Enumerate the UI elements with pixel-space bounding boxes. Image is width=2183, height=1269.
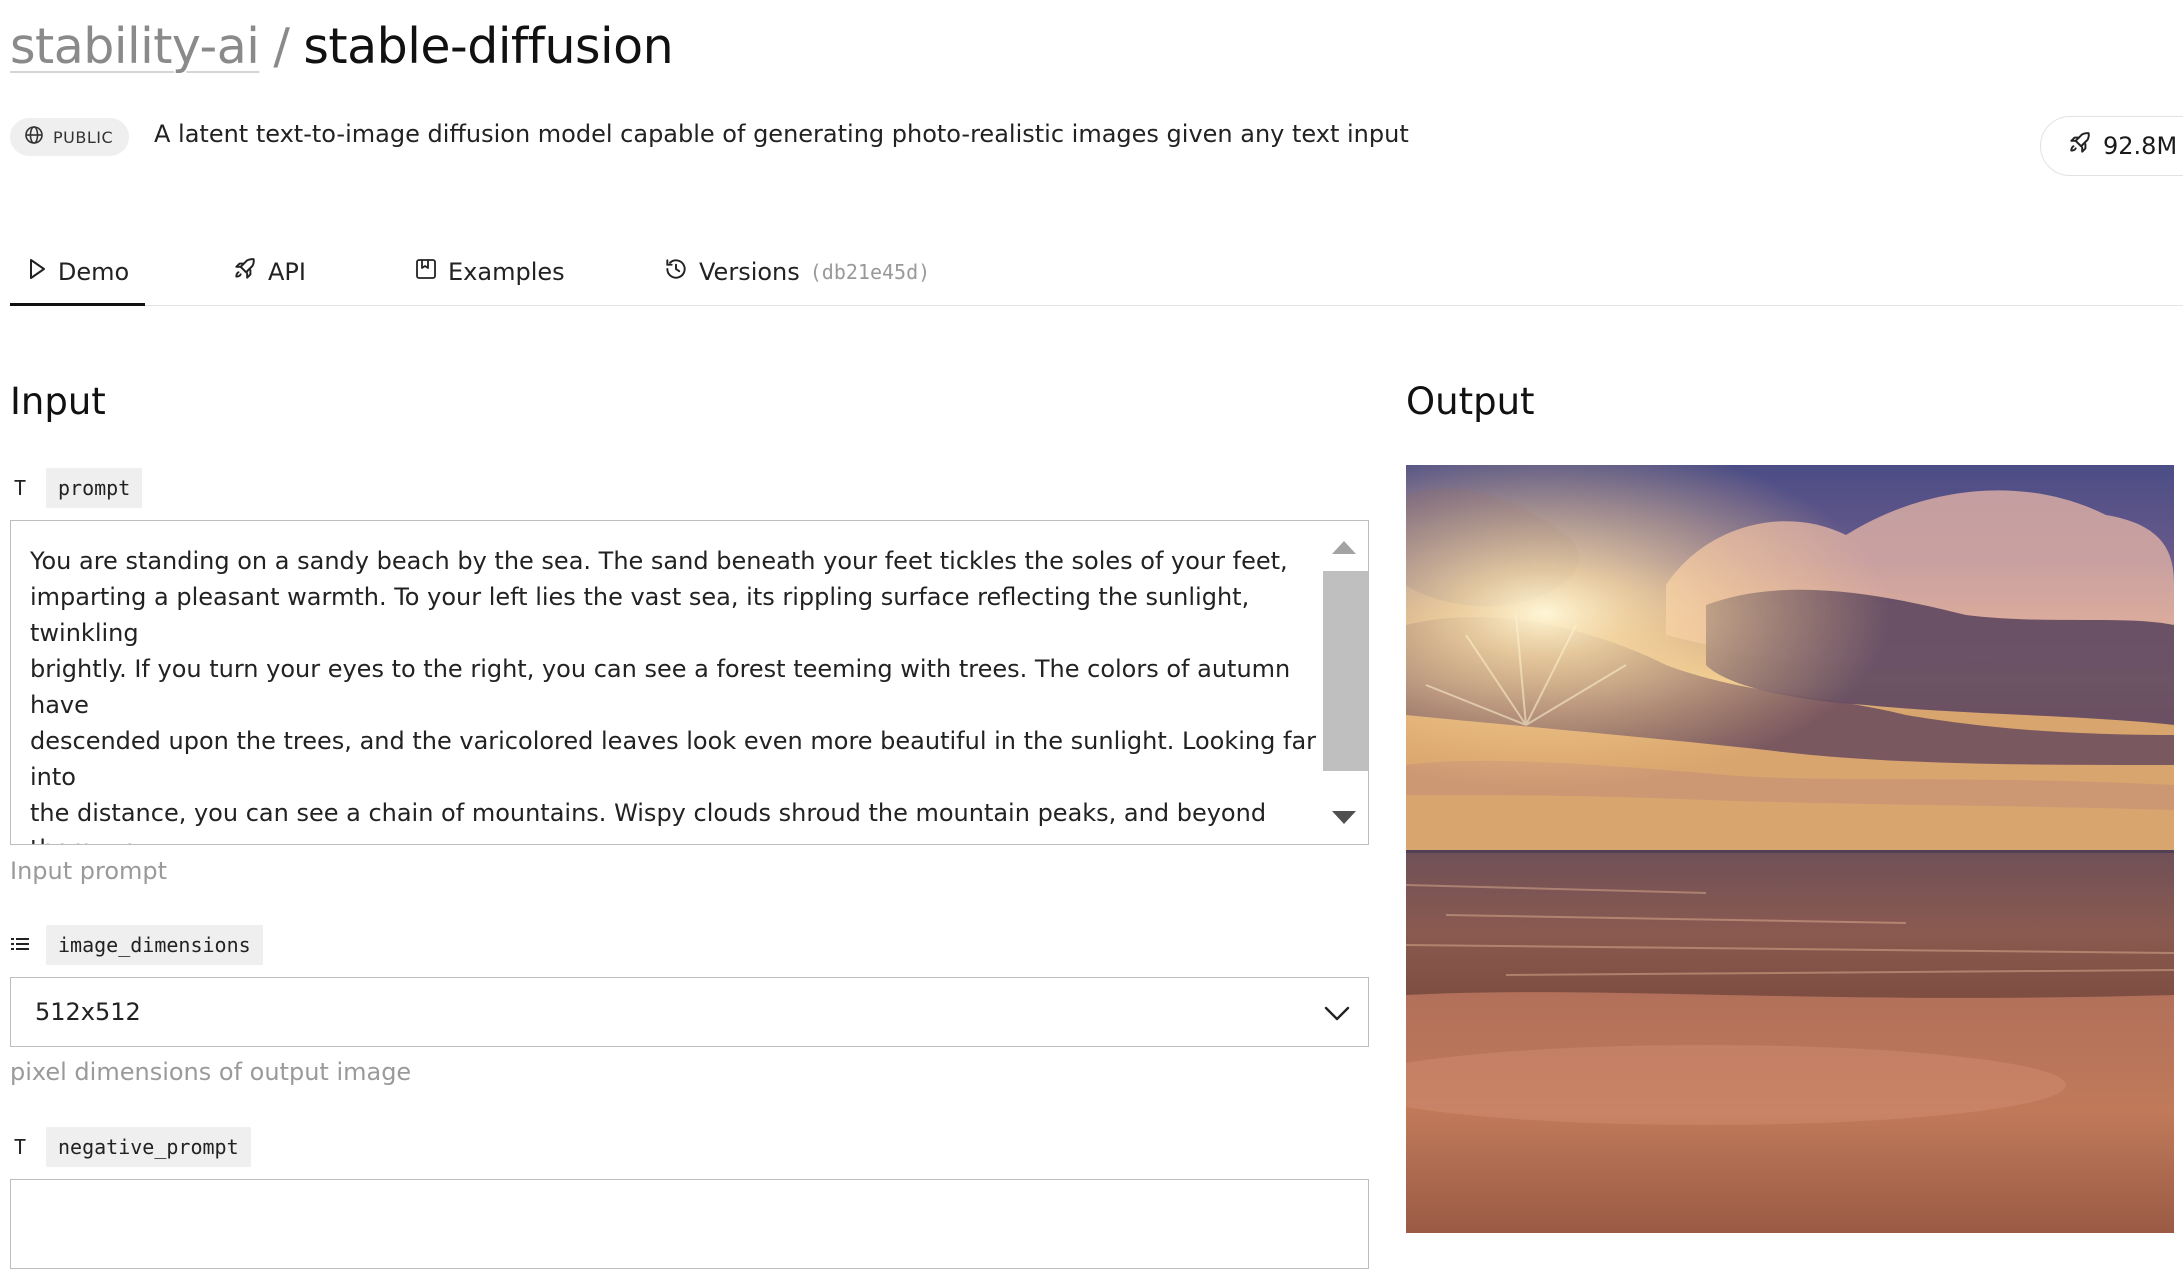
scroll-thumb[interactable]: [1323, 571, 1368, 771]
tab-label: Demo: [57, 257, 130, 286]
tab-label: Examples: [448, 257, 565, 286]
tab-demo[interactable]: Demo: [10, 240, 145, 306]
tab-versions[interactable]: Versions (db21e45d): [663, 240, 930, 303]
image-dimensions-label: image_dimensions: [10, 925, 263, 965]
owner-link[interactable]: stability-ai: [10, 18, 260, 75]
prompt-scrollbar[interactable]: [1320, 521, 1368, 844]
version-hash: (db21e45d): [809, 259, 931, 284]
tab-bar: Demo API Examples Versions (db21e45d): [10, 240, 2183, 306]
prompt-help: Input prompt: [10, 857, 168, 885]
tab-examples[interactable]: Examples: [414, 240, 565, 303]
prompt-text[interactable]: You are standing on a sandy beach by the…: [30, 543, 1320, 844]
rocket-icon: [2067, 130, 2093, 162]
rocket-icon: [232, 256, 258, 288]
visibility-badge: PUBLIC: [10, 118, 130, 156]
tab-label: API: [268, 257, 306, 286]
list-icon: [10, 933, 30, 957]
scroll-up-arrow-icon[interactable]: [1332, 541, 1356, 554]
image-dimensions-value: 512x512: [35, 998, 141, 1026]
prompt-textarea[interactable]: You are standing on a sandy beach by the…: [10, 520, 1369, 845]
scroll-down-arrow-icon[interactable]: [1332, 811, 1356, 824]
history-icon: [663, 256, 689, 288]
model-name: stable-diffusion: [303, 18, 674, 75]
negative-prompt-textarea[interactable]: [10, 1179, 1369, 1269]
negative-prompt-field-name: negative_prompt: [46, 1127, 251, 1167]
image-dimensions-select[interactable]: 512x512: [10, 977, 1369, 1047]
play-icon: [26, 257, 48, 287]
text-type-icon: T: [13, 476, 27, 500]
prompt-field-name: prompt: [46, 468, 143, 508]
input-heading: Input: [10, 380, 106, 423]
image-dimensions-field-name: image_dimensions: [46, 925, 263, 965]
tab-label: Versions: [699, 257, 800, 286]
bookmark-icon: [414, 257, 438, 287]
text-type-icon: T: [13, 1135, 27, 1159]
globe-icon: [24, 125, 44, 149]
page-title: stability-ai / stable-diffusion: [10, 18, 674, 75]
prompt-label: T prompt: [10, 468, 143, 508]
tab-api[interactable]: API: [232, 240, 306, 303]
image-dimensions-help: pixel dimensions of output image: [10, 1058, 412, 1086]
output-image[interactable]: [1406, 465, 2174, 1233]
run-count-pill[interactable]: 92.8M r: [2040, 116, 2183, 176]
negative-prompt-label: T negative_prompt: [10, 1127, 251, 1167]
visibility-label: PUBLIC: [53, 127, 114, 147]
model-description: A latent text-to-image diffusion model c…: [154, 120, 1409, 148]
chevron-down-icon: [1322, 998, 1352, 1034]
output-heading: Output: [1406, 380, 1535, 423]
title-separator: /: [273, 18, 290, 75]
run-count: 92.8M r: [2103, 132, 2183, 160]
